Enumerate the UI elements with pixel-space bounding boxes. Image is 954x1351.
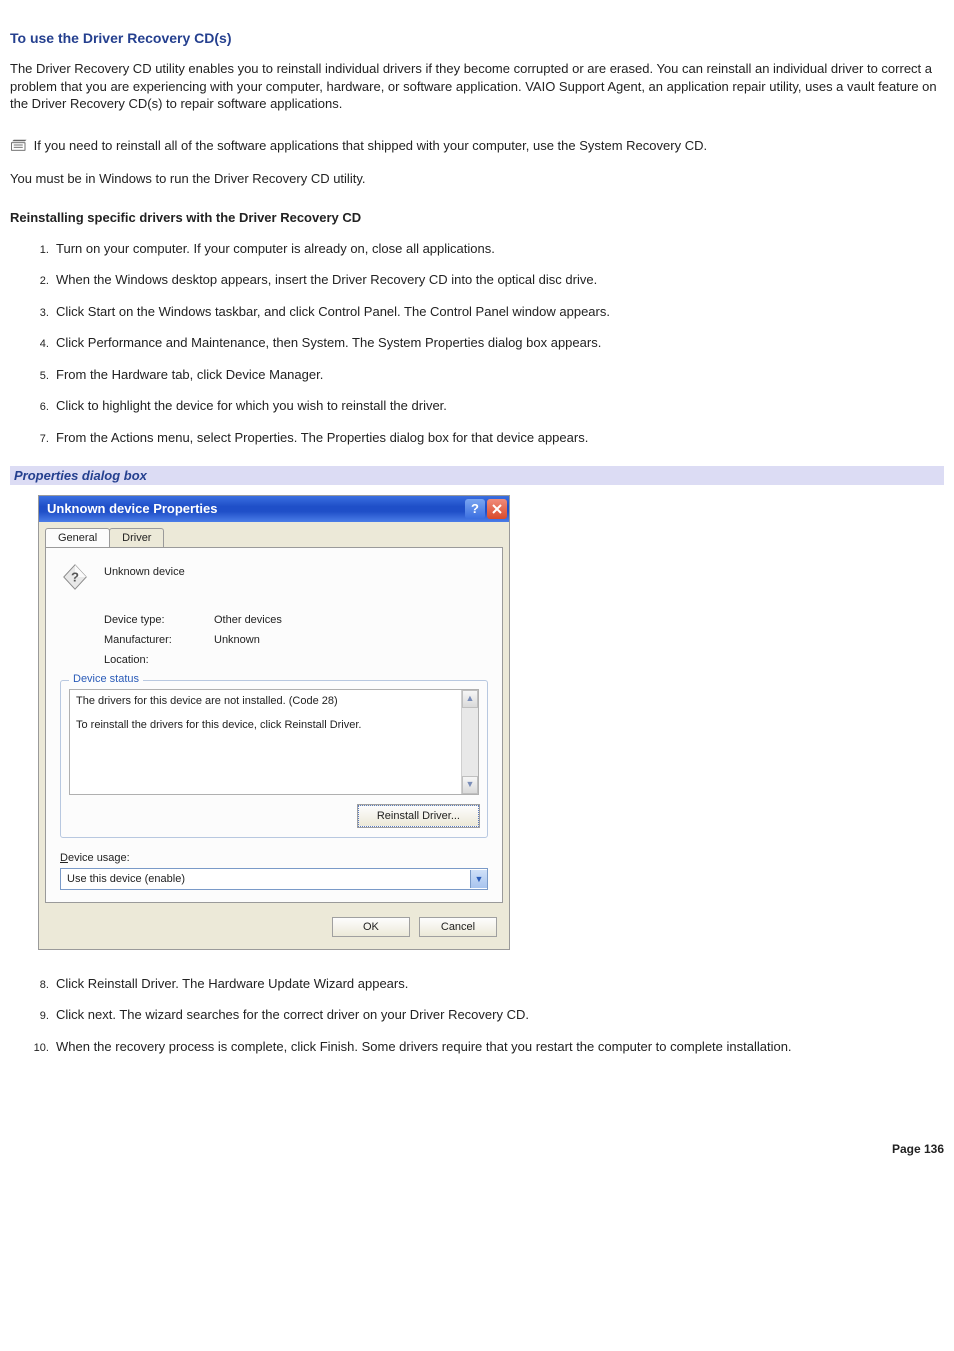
list-item: Click Reinstall Driver. The Hardware Upd…	[52, 968, 944, 1000]
device-info-grid: Device type: Other devices Manufacturer:…	[104, 614, 488, 666]
intro-paragraph: The Driver Recovery CD utility enables y…	[10, 60, 944, 113]
scroll-up-icon[interactable]: ▲	[462, 690, 478, 708]
tab-driver[interactable]: Driver	[109, 528, 164, 547]
tab-panel-general: ? Unknown device Device type: Other devi…	[45, 547, 503, 903]
close-button[interactable]	[487, 499, 507, 519]
steps-list-b: Click Reinstall Driver. The Hardware Upd…	[10, 968, 944, 1063]
device-type-label: Device type:	[104, 614, 214, 626]
dialog-titlebar[interactable]: Unknown device Properties ?	[39, 496, 509, 522]
device-status-legend: Device status	[69, 673, 143, 685]
page-number: Page 136	[10, 1142, 944, 1156]
ok-button[interactable]: OK	[332, 917, 410, 937]
properties-dialog: Unknown device Properties ? General Driv…	[38, 495, 510, 950]
list-item: From the Actions menu, select Properties…	[52, 422, 944, 454]
list-item: Click Performance and Maintenance, then …	[52, 327, 944, 359]
note-text: If you need to reinstall all of the soft…	[34, 138, 707, 153]
location-label: Location:	[104, 654, 214, 666]
dialog-title: Unknown device Properties	[47, 501, 218, 516]
device-name: Unknown device	[104, 566, 185, 578]
list-item: Turn on your computer. If your computer …	[52, 233, 944, 265]
list-item: Click Start on the Windows taskbar, and …	[52, 296, 944, 328]
tab-general[interactable]: General	[45, 528, 110, 547]
list-item: When the Windows desktop appears, insert…	[52, 264, 944, 296]
list-item: From the Hardware tab, click Device Mana…	[52, 359, 944, 391]
list-item: Click to highlight the device for which …	[52, 390, 944, 422]
pencil-note-icon	[10, 138, 28, 152]
device-usage-dropdown[interactable]: Use this device (enable) ▼	[60, 868, 488, 890]
chevron-down-icon[interactable]: ▼	[470, 870, 487, 888]
cancel-button[interactable]: Cancel	[419, 917, 497, 937]
help-button[interactable]: ?	[465, 499, 485, 519]
manufacturer-label: Manufacturer:	[104, 634, 214, 646]
device-icon: ?	[60, 562, 90, 592]
device-status-group: Device status The drivers for this devic…	[60, 680, 488, 838]
status-line: The drivers for this device are not inst…	[76, 694, 472, 710]
page-title: To use the Driver Recovery CD(s)	[10, 30, 944, 46]
scrollbar[interactable]: ▲ ▼	[461, 690, 478, 794]
device-status-textarea[interactable]: The drivers for this device are not inst…	[69, 689, 479, 795]
steps-list-a: Turn on your computer. If your computer …	[10, 233, 944, 454]
manufacturer-value: Unknown	[214, 634, 260, 646]
status-line: To reinstall the drivers for this device…	[76, 718, 472, 734]
list-item: When the recovery process is complete, c…	[52, 1031, 944, 1063]
list-item: Click next. The wizard searches for the …	[52, 999, 944, 1031]
device-type-value: Other devices	[214, 614, 282, 626]
note-line: If you need to reinstall all of the soft…	[10, 137, 944, 155]
section-subheading: Reinstalling specific drivers with the D…	[10, 210, 944, 225]
figure-caption: Properties dialog box	[10, 466, 944, 485]
reinstall-driver-button[interactable]: Reinstall Driver...	[358, 805, 479, 827]
scroll-down-icon[interactable]: ▼	[462, 776, 478, 794]
dialog-footer: OK Cancel	[39, 909, 509, 949]
device-usage-label: Device usage:	[60, 852, 488, 864]
windows-requirement: You must be in Windows to run the Driver…	[10, 170, 944, 188]
svg-text:?: ?	[71, 569, 79, 584]
dropdown-value: Use this device (enable)	[67, 873, 185, 885]
tab-strip: General Driver	[45, 528, 503, 547]
